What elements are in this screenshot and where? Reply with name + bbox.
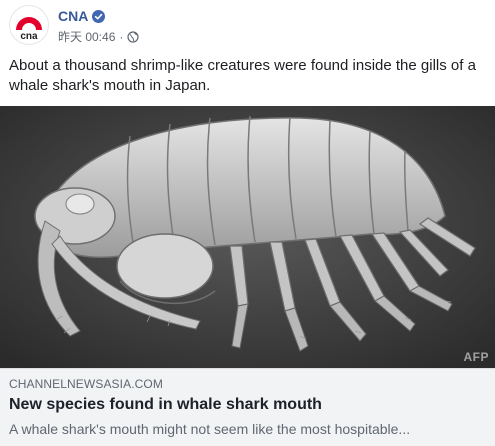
page-name-link[interactable]: CNA [58,8,88,24]
amphipod-photo [0,106,495,368]
post-header: cna CNA 昨天 00:46 · [0,0,495,58]
link-title[interactable]: New species found in whale shark mouth [9,396,322,414]
page-avatar[interactable]: cna [9,5,49,45]
image-watermark: AFP [463,350,489,364]
link-preview-card[interactable]: CHANNELNEWSASIA.COM New species found in… [0,368,495,446]
meta-separator: · [119,29,124,44]
avatar-text: cna [20,31,38,42]
link-description: A whale shark's mouth might not seem lik… [9,421,411,437]
cna-logo-icon: cna [16,17,42,42]
post-timestamp[interactable]: 昨天 00:46 [58,28,115,45]
globe-icon[interactable] [127,30,139,43]
post-image[interactable]: AFP [0,106,495,368]
link-domain: CHANNELNEWSASIA.COM [9,377,163,391]
post-text: About a thousand shrimp-like creatures w… [9,57,476,94]
post-meta: 昨天 00:46 · [58,28,139,45]
verified-badge-icon [92,9,106,23]
page-name-row: CNA [58,8,106,24]
